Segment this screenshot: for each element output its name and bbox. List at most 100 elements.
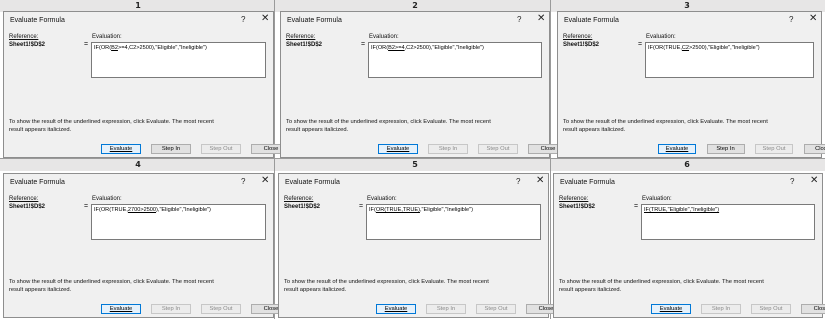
dialog-title: Evaluate Formula <box>287 17 342 24</box>
help-icon[interactable]: ? <box>789 15 793 24</box>
step-out-button[interactable]: Step Out <box>201 144 241 154</box>
info-text: result appears italicized. <box>9 127 72 133</box>
step-in-button[interactable]: Step In <box>701 304 741 314</box>
reference-label: Reference: <box>559 196 589 202</box>
formula-expression: IF(TRUE,"Eligible","Ineligible") <box>644 207 719 213</box>
close-icon[interactable]: ✕ <box>809 14 817 24</box>
reference-label: Reference: <box>9 34 39 40</box>
evaluate-button-label: Evaluate <box>109 306 133 312</box>
evaluate-button-label: Evaluate <box>659 306 683 312</box>
dialog-title: Evaluate Formula <box>10 17 65 24</box>
reference-value: Sheet1!$D$2 <box>563 42 600 48</box>
evaluation-box[interactable]: IF(TRUE,"Eligible","Ineligible") <box>641 204 815 240</box>
formula-text: >=4,C2>2500),"Eligible","Ineligible") <box>117 45 207 51</box>
formula-expression: IF(OR(B2>=4,C2>2500),"Eligible","Ineligi… <box>371 45 484 51</box>
step-in-button[interactable]: Step In <box>426 304 466 314</box>
underlined-expression: 2700>2500 <box>127 207 157 213</box>
step-in-button[interactable]: Step In <box>151 304 191 314</box>
evaluate-formula-dialog: Evaluate Formula? ✕ Reference: Sheet1!$D$2 =… <box>557 11 825 158</box>
evaluate-formula-dialog: Evaluate Formula? ✕ Reference: Sheet1!$D$2 =… <box>280 11 568 158</box>
info-text: To show the result of the underlined exp… <box>9 119 214 125</box>
evaluation-label: Evaluation: <box>642 196 672 202</box>
dialog-title: Evaluate Formula <box>10 179 65 186</box>
evaluate-formula-dialog: Evaluate Formula? ✕ Reference: Sheet1!$D$2 =… <box>3 173 291 318</box>
underlined-expression: C2 <box>681 45 690 51</box>
underlined-expression: B2 <box>111 45 118 51</box>
underlined-expression: IF(TRUE,"Eligible","Ineligible") <box>644 207 720 213</box>
help-icon[interactable]: ? <box>241 15 245 24</box>
evaluate-button[interactable]: Evaluate <box>651 304 691 314</box>
formula-text: IF( <box>369 207 376 213</box>
panel-number: 2 <box>412 1 418 10</box>
formula-expression: IF(OR(TRUE,C2>2500),"Eligible","Ineligib… <box>648 45 760 51</box>
step-out-button[interactable]: Step Out <box>201 304 241 314</box>
formula-text: IF(OR(TRUE, <box>648 45 682 51</box>
formula-text: ),"Eligible","Ineligible") <box>156 207 211 213</box>
info-text: To show the result of the underlined exp… <box>563 119 768 125</box>
underlined-expression: B2>=4 <box>388 45 405 51</box>
evaluate-button[interactable]: Evaluate <box>658 144 696 154</box>
separator <box>274 0 275 319</box>
step-in-button[interactable]: Step In <box>151 144 191 154</box>
step-in-button[interactable]: Step In <box>428 144 468 154</box>
close-button[interactable]: Close <box>803 144 825 154</box>
evaluate-formula-dialog: Evaluate Formula? ✕ Reference: Sheet1!$D$2 =… <box>3 11 291 158</box>
formula-expression: IF(OR(TRUE,TRUE),"Eligible","Ineligible"… <box>369 207 473 213</box>
evaluation-box[interactable]: IF(OR(TRUE,C2>2500),"Eligible","Ineligib… <box>645 42 814 78</box>
info-text: result appears italicized. <box>563 127 626 133</box>
evaluate-button[interactable]: Evaluate <box>101 304 141 314</box>
close-icon[interactable]: ✕ <box>261 176 269 186</box>
step-in-button[interactable]: Step In <box>706 144 745 154</box>
reference-value: Sheet1!$D$2 <box>559 204 596 210</box>
evaluate-button-label: Evaluate <box>109 146 133 152</box>
evaluation-box[interactable]: IF(OR(TRUE,2700>2500),"Eligible","Inelig… <box>91 204 266 240</box>
evaluation-box[interactable]: IF(OR(B2>=4,C2>2500),"Eligible","Ineligi… <box>368 42 542 78</box>
info-text: result appears italicized. <box>286 127 349 133</box>
help-icon[interactable]: ? <box>241 177 245 186</box>
evaluate-formula-dialog: Evaluate Formula? ✕ Reference: Sheet1!$D$2 =… <box>278 173 566 318</box>
panel-number: 4 <box>135 160 141 169</box>
evaluation-label: Evaluation: <box>92 196 122 202</box>
close-icon[interactable]: ✕ <box>261 14 269 24</box>
reference-value: Sheet1!$D$2 <box>9 42 46 48</box>
evaluation-label: Evaluation: <box>367 196 397 202</box>
info-text: result appears italicized. <box>9 287 72 293</box>
help-icon[interactable]: ? <box>517 15 521 24</box>
evaluation-box[interactable]: IF(OR(B2>=4,C2>2500),"Eligible","Ineligi… <box>91 42 266 78</box>
step-out-button[interactable]: Step Out <box>751 304 791 314</box>
close-button[interactable]: Close <box>801 304 825 314</box>
info-text: To show the result of the underlined exp… <box>286 119 491 125</box>
help-icon[interactable]: ? <box>516 177 520 186</box>
evaluate-button-label: Evaluate <box>665 146 689 152</box>
step-out-button[interactable]: Step Out <box>755 144 793 154</box>
formula-text: IF(OR(TRUE, <box>94 207 128 213</box>
formula-text: IF(OR( <box>94 45 112 51</box>
separator <box>0 158 825 159</box>
formula-text: ,C2>2500),"Eligible","Ineligible") <box>404 45 484 51</box>
equals-sign: = <box>84 41 89 48</box>
panel-number: 6 <box>684 160 690 169</box>
evaluation-box[interactable]: IF(OR(TRUE,TRUE),"Eligible","Ineligible"… <box>366 204 541 240</box>
info-text: result appears italicized. <box>284 287 347 293</box>
evaluate-formula-dialog: Evaluate Formula? ✕ Reference: Sheet1!$D$2 =… <box>553 173 825 318</box>
reference-value: Sheet1!$D$2 <box>284 204 321 210</box>
step-out-button[interactable]: Step Out <box>476 304 516 314</box>
close-icon[interactable]: ✕ <box>536 176 544 186</box>
help-icon[interactable]: ? <box>790 177 794 186</box>
evaluate-button-label: Evaluate <box>384 306 408 312</box>
dialog-title: Evaluate Formula <box>285 179 340 186</box>
close-icon[interactable]: ✕ <box>537 14 545 24</box>
equals-sign: = <box>638 41 643 48</box>
reference-value: Sheet1!$D$2 <box>286 42 323 48</box>
evaluate-button[interactable]: Evaluate <box>101 144 141 154</box>
close-icon[interactable]: ✕ <box>810 176 818 186</box>
evaluate-button[interactable]: Evaluate <box>378 144 418 154</box>
reference-label: Reference: <box>284 196 314 202</box>
info-text: To show the result of the underlined exp… <box>9 279 214 285</box>
formula-expression: IF(OR(B2>=4,C2>2500),"Eligible","Ineligi… <box>94 45 207 51</box>
step-out-button[interactable]: Step Out <box>478 144 518 154</box>
evaluation-label: Evaluation: <box>369 34 399 40</box>
dialog-title: Evaluate Formula <box>560 179 615 186</box>
evaluate-button[interactable]: Evaluate <box>376 304 416 314</box>
equals-sign: = <box>84 203 89 210</box>
